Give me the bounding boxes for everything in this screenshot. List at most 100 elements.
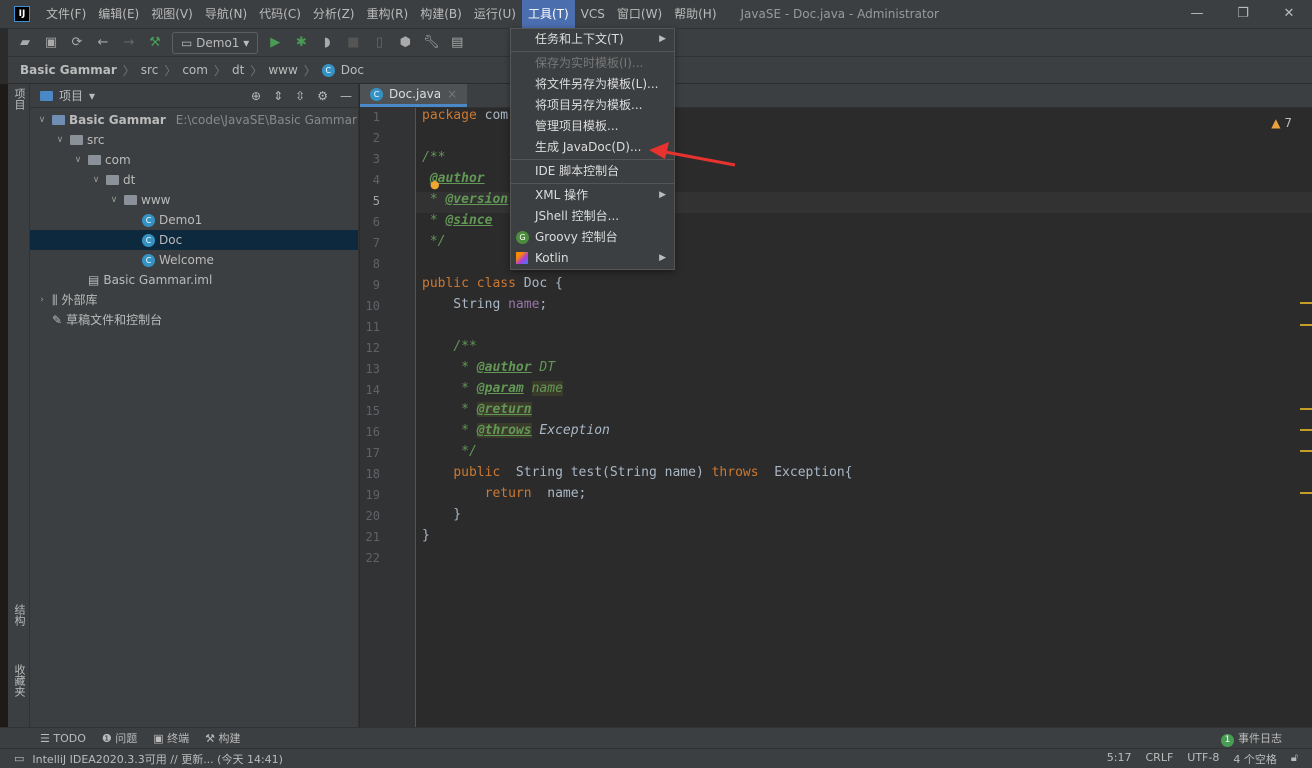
run-icon[interactable]: ▶ <box>266 34 284 52</box>
collapse-all-icon[interactable]: ⇳ <box>295 89 305 103</box>
menu-4[interactable]: 代码(C) <box>253 0 307 28</box>
tree-item[interactable]: ∨ src <box>30 130 358 150</box>
build-icon[interactable]: ⚒ <box>146 34 164 52</box>
menu-item[interactable]: G Groovy 控制台 <box>511 227 674 248</box>
menu-item[interactable]: Kotlin ▶ <box>511 248 674 269</box>
code-line[interactable]: * @version <box>422 192 508 207</box>
error-stripe-mark[interactable] <box>1300 408 1312 410</box>
tree-item[interactable]: ∨ com <box>30 150 358 170</box>
chevron-down-icon[interactable]: ▾ <box>89 89 95 103</box>
tree-item[interactable]: C Welcome <box>30 250 358 270</box>
breadcrumb-item[interactable]: src <box>141 63 159 77</box>
menu-item[interactable]: 保存为实时模板(I)... <box>511 53 674 74</box>
close-tab-icon[interactable]: × <box>447 87 457 101</box>
inspection-widget[interactable]: ▲ 7 <box>1271 116 1292 130</box>
tab-doc-java[interactable]: C Doc.java × <box>360 84 468 107</box>
menu-item[interactable]: 将项目另存为模板... <box>511 95 674 116</box>
save-icon[interactable]: ▣ <box>42 34 60 52</box>
coverage-icon[interactable]: ◗ <box>318 34 336 52</box>
menu-item[interactable]: JShell 控制台... <box>511 206 674 227</box>
expanded-arrow-icon[interactable]: ∨ <box>72 150 84 170</box>
caret-position[interactable]: 5:17 <box>1107 751 1132 767</box>
menu-3[interactable]: 导航(N) <box>199 0 253 28</box>
forward-icon[interactable]: → <box>120 34 138 52</box>
code-line[interactable]: * @author DT <box>422 360 555 375</box>
breadcrumb-item[interactable]: www <box>268 63 297 77</box>
error-stripe-mark[interactable] <box>1300 492 1312 494</box>
expanded-arrow-icon[interactable]: ∨ <box>90 170 102 190</box>
settings-wrench-icon[interactable]: 🔧︎ <box>422 34 440 52</box>
back-icon[interactable]: ← <box>94 34 112 52</box>
expanded-arrow-icon[interactable]: ∨ <box>36 110 48 130</box>
debug-icon[interactable]: ✱ <box>292 34 310 52</box>
collapsed-arrow-icon[interactable]: › <box>36 290 48 310</box>
code-line[interactable]: String name; <box>422 297 547 312</box>
code-line[interactable]: } <box>422 507 461 522</box>
event-log-button[interactable]: 1 事件日志 <box>1221 730 1282 747</box>
code-line[interactable]: * @return <box>422 402 532 417</box>
tree-item[interactable]: C Demo1 <box>30 210 358 230</box>
maximize-button[interactable]: ❐ <box>1220 0 1266 28</box>
menu-10[interactable]: VCS <box>575 0 611 28</box>
tree-item[interactable]: ∨ Basic Gammar E:\code\JavaSE\Basic Gammar <box>30 110 358 130</box>
code-line[interactable]: * @since <box>422 213 493 228</box>
menu-item[interactable]: XML 操作 ▶ <box>511 185 674 206</box>
code-line[interactable]: return name; <box>422 486 587 501</box>
code-line[interactable]: */ <box>422 234 446 249</box>
open-icon[interactable]: ▰ <box>16 34 34 52</box>
project-panel-title[interactable]: 项目 <box>59 87 83 104</box>
error-stripe-mark[interactable] <box>1300 302 1312 304</box>
menu-5[interactable]: 分析(Z) <box>307 0 361 28</box>
tool-tab-2[interactable]: ▣ 终端 <box>153 730 189 746</box>
menu-12[interactable]: 帮助(H) <box>668 0 722 28</box>
tree-item[interactable]: ▤ Basic Gammar.iml <box>30 270 358 290</box>
menu-11[interactable]: 窗口(W) <box>611 0 668 28</box>
device-icon[interactable]: ▯ <box>370 34 388 52</box>
code-line[interactable]: /** <box>422 150 445 165</box>
file-encoding[interactable]: UTF-8 <box>1187 751 1219 767</box>
menu-item[interactable]: 管理项目模板... <box>511 116 674 137</box>
error-stripe-mark[interactable] <box>1300 429 1312 431</box>
tree-item[interactable]: ∨ www <box>30 190 358 210</box>
favorites-tool-tab[interactable]: 收藏夹 <box>11 664 27 697</box>
code-line[interactable]: * @param name <box>422 381 563 396</box>
hide-icon[interactable]: — <box>340 89 352 103</box>
stop-icon[interactable]: ■ <box>344 34 362 52</box>
code-line[interactable]: package com <box>422 108 508 123</box>
minimize-button[interactable]: — <box>1174 0 1220 28</box>
project-tool-tab[interactable]: 项目 <box>11 88 27 110</box>
tree-item[interactable]: ∨ dt <box>30 170 358 190</box>
close-button[interactable]: ✕ <box>1266 0 1312 28</box>
expanded-arrow-icon[interactable]: ∨ <box>108 190 120 210</box>
expand-all-icon[interactable]: ⇕ <box>273 89 283 103</box>
menu-item[interactable]: 将文件另存为模板(L)... <box>511 74 674 95</box>
code-line[interactable]: public String test(String name) throws E… <box>422 465 852 480</box>
code-line[interactable]: /** <box>422 339 476 354</box>
code-line[interactable]: public class Doc { <box>422 276 563 291</box>
sync-icon[interactable]: ⟳ <box>68 34 86 52</box>
tool-tab-1[interactable]: ❶ 问题 <box>102 730 137 746</box>
code-line[interactable]: * @throws Exception <box>422 423 610 438</box>
menu-6[interactable]: 重构(R) <box>361 0 415 28</box>
locate-icon[interactable]: ⊕ <box>251 89 261 103</box>
breadcrumb-item[interactable]: Basic Gammar <box>20 63 117 77</box>
menu-0[interactable]: 文件(F) <box>40 0 92 28</box>
menu-1[interactable]: 编辑(E) <box>92 0 145 28</box>
menu-7[interactable]: 构建(B) <box>414 0 468 28</box>
tree-item[interactable]: ✎ 草稿文件和控制台 <box>30 310 358 330</box>
deploy-icon[interactable]: ⬢ <box>396 34 414 52</box>
code-line[interactable]: } <box>422 528 430 543</box>
menu-9[interactable]: 工具(T) <box>521 0 575 28</box>
tool-tab-3[interactable]: ⚒ 构建 <box>205 730 240 746</box>
structure-tool-tab[interactable]: 结构 <box>11 604 27 626</box>
error-stripe-mark[interactable] <box>1300 324 1312 326</box>
expanded-arrow-icon[interactable]: ∨ <box>54 130 66 150</box>
breadcrumb-item[interactable]: com <box>182 63 208 77</box>
indent-setting[interactable]: 4 个空格 <box>1233 751 1277 767</box>
error-stripe-mark[interactable] <box>1300 450 1312 452</box>
run-config-select[interactable]: ▭ Demo1 ▾ <box>172 31 259 54</box>
gear-icon[interactable]: ⚙ <box>317 89 328 103</box>
menu-8[interactable]: 运行(U) <box>468 0 522 28</box>
menu-2[interactable]: 视图(V) <box>145 0 199 28</box>
tree-item[interactable]: › ⫼ 外部库 <box>30 290 358 310</box>
